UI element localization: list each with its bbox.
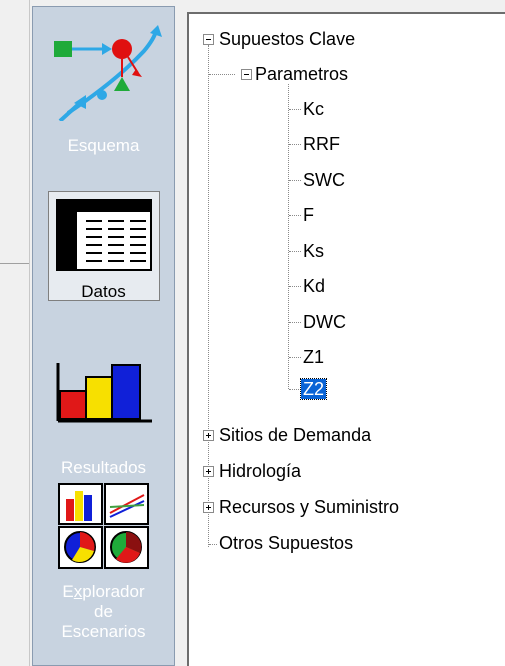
tree-node-supuestos-clave[interactable]: Supuestos Clave xyxy=(219,27,355,51)
expand-toggle[interactable] xyxy=(203,502,214,513)
tree-node-param[interactable]: Ks xyxy=(303,239,324,263)
splitter[interactable] xyxy=(29,0,30,666)
left-pane-edge xyxy=(0,0,30,666)
expand-toggle[interactable] xyxy=(203,466,214,477)
tree-node-hidrologia[interactable]: Hidrología xyxy=(219,459,301,483)
data-table-icon xyxy=(55,199,152,271)
view-explorador[interactable]: Explorador de Escenarios xyxy=(33,483,174,642)
tree-guide-line xyxy=(289,389,301,390)
tree-guide-line xyxy=(288,84,289,389)
view-datos-label: Datos xyxy=(81,282,126,301)
tree-node-sitios-de-demanda[interactable]: Sitios de Demanda xyxy=(219,423,371,447)
tree-guide-line xyxy=(289,144,301,145)
expand-toggle[interactable] xyxy=(203,430,214,441)
divider-line xyxy=(0,263,30,264)
tree-guide-line xyxy=(289,180,301,181)
tree-node-param-selected[interactable]: Z2 xyxy=(299,377,328,401)
tree-guide-line xyxy=(289,322,301,323)
tree-node-otros-supuestos[interactable]: Otros Supuestos xyxy=(219,531,353,555)
tree-node-param[interactable]: F xyxy=(303,203,314,227)
tree-guide-line xyxy=(209,74,235,75)
view-datos[interactable]: Datos xyxy=(33,199,174,302)
tree-node-param[interactable]: DWC xyxy=(303,310,346,334)
tree-node-parametros[interactable]: Parametros xyxy=(255,62,348,86)
view-resultados-label: Resultados xyxy=(60,458,147,477)
tree-guide-line xyxy=(289,215,301,216)
tree-node-param[interactable]: Kd xyxy=(303,274,325,298)
tree-guide-line xyxy=(289,109,301,110)
view-explorador-label: Explorador de Escenarios xyxy=(61,582,146,641)
collapse-toggle[interactable] xyxy=(241,69,252,80)
view-esquema[interactable]: Esquema xyxy=(33,21,174,156)
view-bar: Esquema Datos Resultados Explorador de E… xyxy=(32,6,175,666)
data-tree[interactable]: Supuestos Clave Parametros Kc RRF SWC F … xyxy=(187,12,505,666)
tree-node-param[interactable]: SWC xyxy=(303,168,345,192)
tree-node-param[interactable]: Z1 xyxy=(303,345,324,369)
scenario-explorer-icon xyxy=(57,483,149,569)
tree-guide-line xyxy=(289,251,301,252)
tree-guide-line xyxy=(289,286,301,287)
results-chart-icon xyxy=(56,363,152,423)
tree-guide-line xyxy=(289,357,301,358)
tree-node-param[interactable]: Kc xyxy=(303,97,324,121)
tree-node-param[interactable]: RRF xyxy=(303,132,340,156)
schematic-icon xyxy=(53,25,162,123)
collapse-toggle[interactable] xyxy=(203,34,214,45)
view-resultados[interactable]: Resultados xyxy=(33,363,174,478)
tree-guide-line xyxy=(209,544,217,545)
view-esquema-label: Esquema xyxy=(67,136,140,155)
tree-node-recursos-y-suministro[interactable]: Recursos y Suministro xyxy=(219,495,399,519)
